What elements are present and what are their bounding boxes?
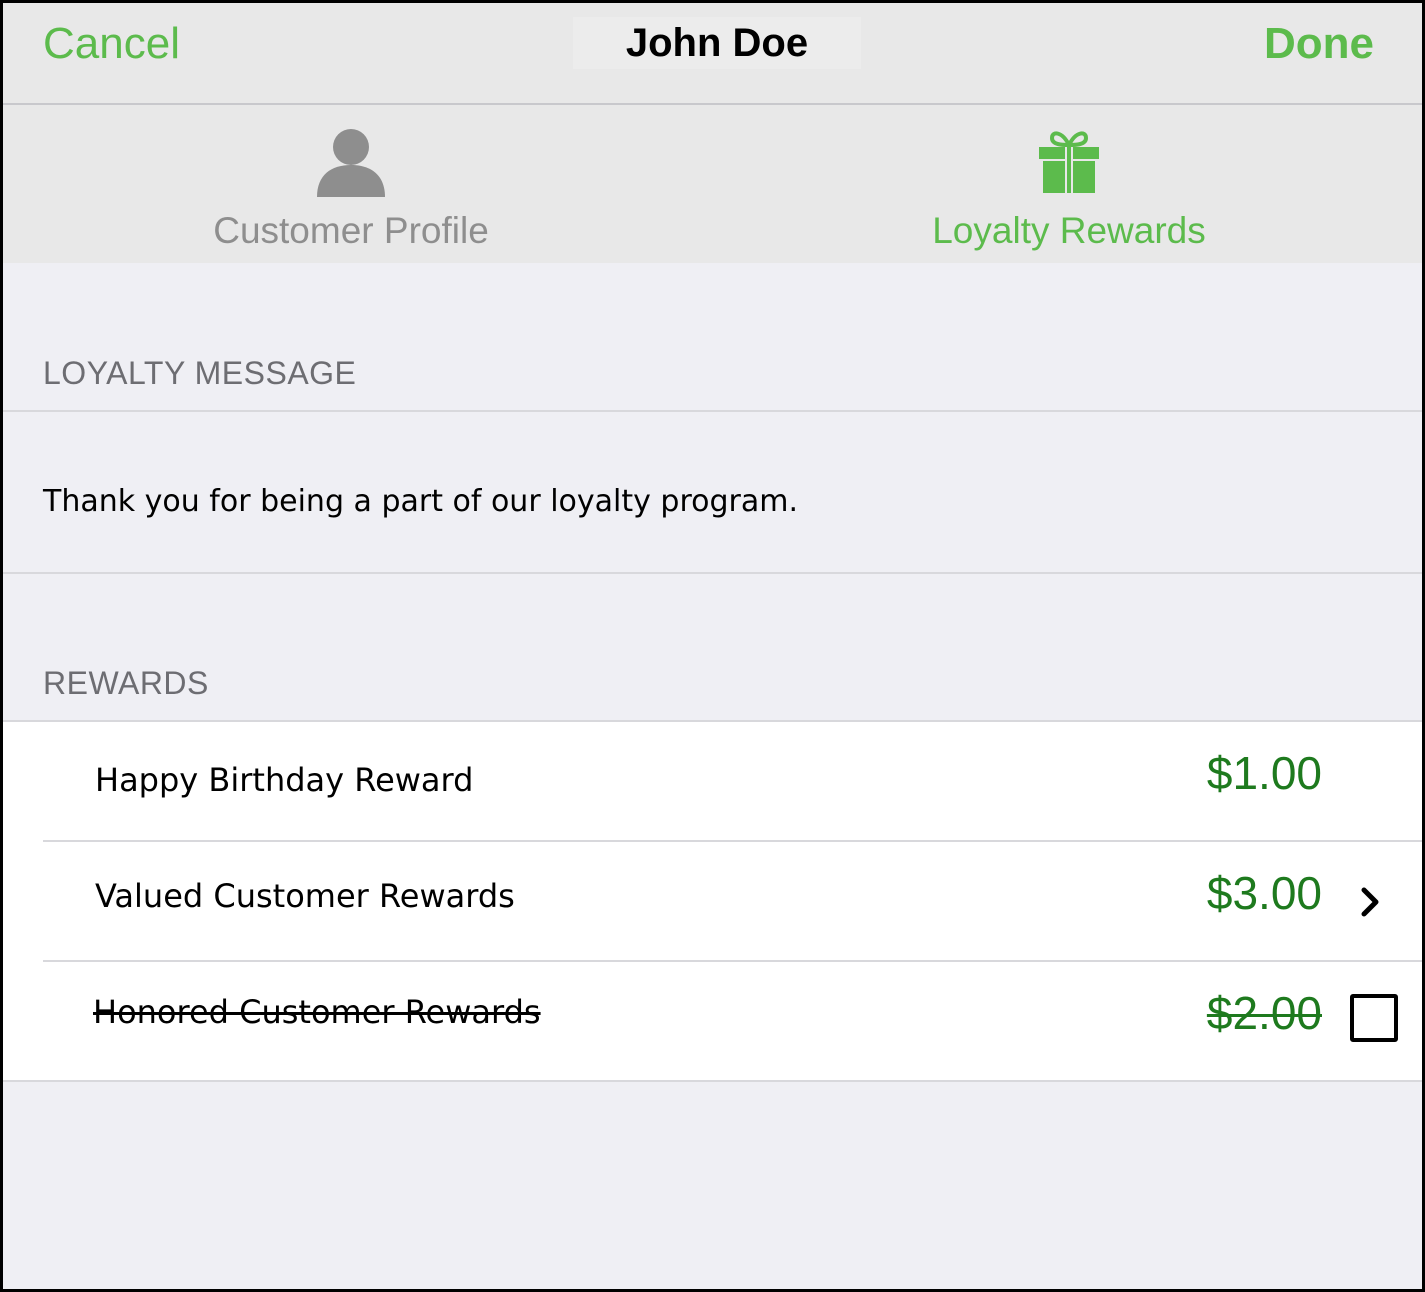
tab-customer-profile[interactable]: Customer Profile: [151, 105, 551, 263]
reward-amount: $3.00: [1206, 867, 1322, 919]
reward-name: Honored Customer Rewards: [93, 993, 541, 1031]
reward-name: Valued Customer Rewards: [95, 877, 515, 915]
divider: [3, 1080, 1422, 1082]
rewards-list: Happy Birthday Reward $1.00 Valued Custo…: [3, 722, 1422, 1080]
gift-icon: [1038, 127, 1100, 198]
loyalty-message-text: Thank you for being a part of our loyalt…: [43, 484, 798, 519]
loyalty-message-header: LOYALTY MESSAGE: [43, 355, 357, 391]
chevron-right-icon[interactable]: [1356, 882, 1384, 922]
rewards-header: REWARDS: [43, 665, 209, 701]
divider: [3, 572, 1422, 574]
reward-row-honored-customer[interactable]: Honored Customer Rewards $2.00: [3, 962, 1422, 1080]
tab-label: Customer Profile: [213, 210, 489, 251]
reward-amount: $1.00: [1206, 747, 1322, 799]
loyalty-message-cell: Thank you for being a part of our loyalt…: [3, 412, 1422, 572]
reward-checkbox[interactable]: [1350, 994, 1398, 1042]
done-button[interactable]: Done: [1264, 19, 1374, 69]
person-icon: [315, 127, 387, 202]
cancel-button[interactable]: Cancel: [43, 19, 180, 69]
page-title: John Doe: [573, 17, 861, 69]
segmented-tab-bar: Customer Profile Loyalty Rewards: [3, 105, 1422, 263]
reward-amount: $2.00: [1206, 987, 1322, 1039]
tab-loyalty-rewards[interactable]: Loyalty Rewards: [869, 105, 1269, 263]
reward-row-valued-customer[interactable]: Valued Customer Rewards $3.00: [3, 842, 1422, 960]
tab-label: Loyalty Rewards: [932, 210, 1206, 251]
reward-row-happy-birthday[interactable]: Happy Birthday Reward $1.00: [3, 722, 1422, 840]
navigation-bar: Cancel John Doe Done: [3, 3, 1422, 105]
app-window: Cancel John Doe Done Customer Profile Lo…: [0, 0, 1425, 1292]
reward-name: Happy Birthday Reward: [95, 761, 474, 799]
